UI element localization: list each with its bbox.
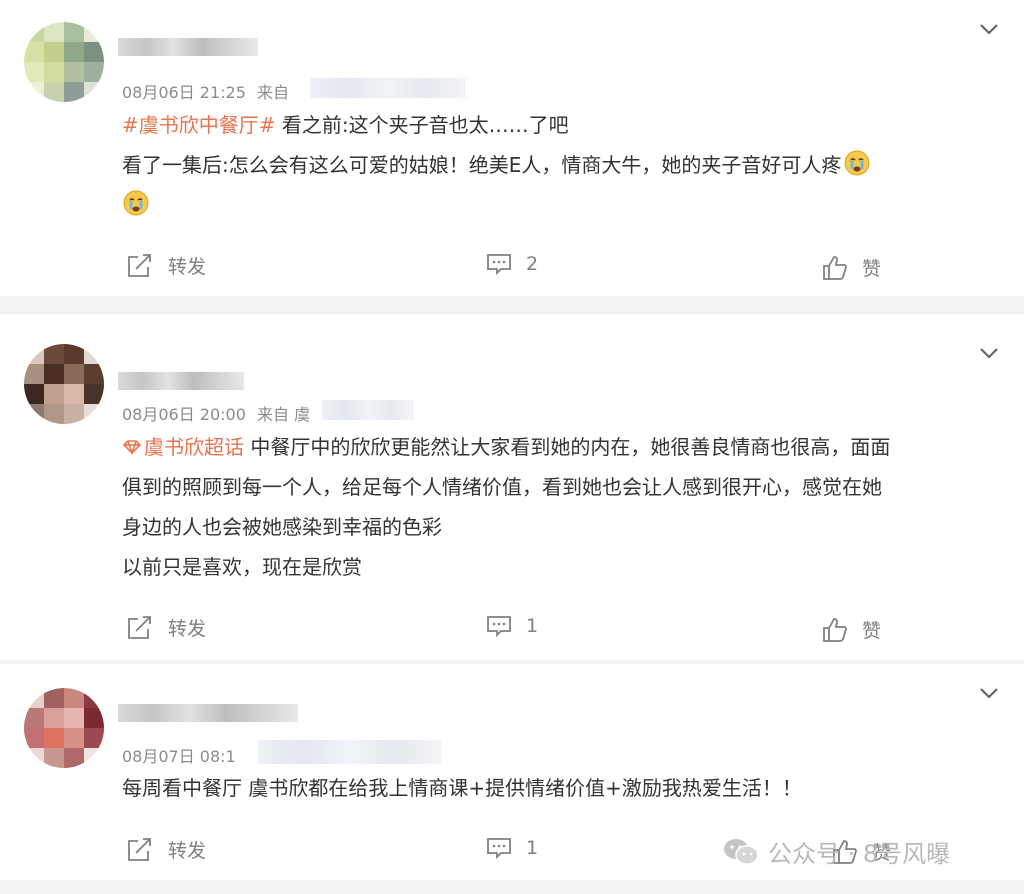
repost-icon xyxy=(128,253,151,277)
separator xyxy=(0,296,1024,314)
separator xyxy=(0,880,1024,894)
crying-face-icon xyxy=(843,149,871,177)
comment-text: 虞书欣超话 中餐厅中的欣欣更能然让大家看到她的内在，她很善良情商也很高，面面 俱… xyxy=(122,427,992,587)
comment-line: 每周看中餐厅 虞书欣都在给我上情商课+提供情绪价值+激励我热爱生活！！ xyxy=(122,776,802,800)
username-redacted[interactable] xyxy=(118,38,258,56)
source-label: 来自 虞 xyxy=(257,405,311,424)
comment-line: 俱到的照顾到每一个人，给足每个人情绪价值，看到她也会让人感到很开心，感觉在她 xyxy=(122,475,882,499)
repost-label: 转发 xyxy=(168,618,207,640)
comment-text: 每周看中餐厅 虞书欣都在给我上情商课+提供情绪价值+激励我热爱生活！！ xyxy=(122,768,992,808)
like-button[interactable]: 赞 xyxy=(822,616,881,643)
comment-text: #虞书欣中餐厅# 看之前:这个夹子音也太……了吧 看了一集后:怎么会有这么可爱的… xyxy=(122,105,992,225)
wechat-icon xyxy=(724,838,759,865)
timestamp: 08月07日 08:1 xyxy=(122,747,236,766)
thumbs-up-icon xyxy=(823,255,847,280)
timestamp: 08月06日 21:25 xyxy=(122,83,246,102)
comment-count: 1 xyxy=(526,615,539,637)
comment-button[interactable]: 1 xyxy=(486,836,538,860)
username-redacted[interactable] xyxy=(118,704,298,722)
timestamp: 08月06日 20:00 xyxy=(122,405,246,424)
comment-card-1: 08月06日 21:25 来自 #虞书欣中餐厅# 看之前:这个夹子音也太……了吧… xyxy=(0,0,1024,296)
repost-icon xyxy=(128,615,151,639)
repost-label: 转发 xyxy=(168,840,207,862)
repost-icon xyxy=(128,837,151,861)
comment-line: 中餐厅中的欣欣更能然让大家看到她的内在，她很善良情商也很高，面面 xyxy=(244,435,891,459)
comment-count: 1 xyxy=(526,837,539,859)
comment-card-2: 08月06日 20:00 来自 虞 虞书欣超话 中餐厅中的欣欣更能然让大家看到她… xyxy=(0,314,1024,660)
super-topic-link[interactable]: 虞书欣超话 xyxy=(122,435,244,459)
comment-meta: 08月06日 21:25 来自 xyxy=(122,79,289,103)
watermark: 公众号 · 8号风曝 xyxy=(722,834,950,869)
source-label: 来自 xyxy=(257,83,290,102)
like-label: 赞 xyxy=(862,620,882,642)
like-button[interactable]: 赞 xyxy=(822,254,881,281)
repost-button[interactable]: 转发 xyxy=(126,252,206,279)
thumbs-up-icon xyxy=(823,617,847,642)
comment-line: 看了一集后:怎么会有这么可爱的姑娘！绝美E人，情商大牛，她的夹子音好可人疼 xyxy=(122,153,842,177)
repost-button[interactable]: 转发 xyxy=(126,614,206,641)
source-redacted xyxy=(322,400,414,420)
comment-icon xyxy=(487,616,511,638)
like-label: 赞 xyxy=(862,258,882,280)
comment-meta: 08月06日 20:00 来自 虞 xyxy=(122,401,310,425)
chevron-down-icon[interactable] xyxy=(978,682,1000,704)
comment-icon xyxy=(487,254,511,276)
super-topic-label: 虞书欣超话 xyxy=(144,435,244,459)
comment-button[interactable]: 1 xyxy=(486,614,538,638)
comment-button[interactable]: 2 xyxy=(486,252,538,276)
username-redacted[interactable] xyxy=(118,372,244,390)
repost-label: 转发 xyxy=(168,256,207,278)
diamond-icon xyxy=(122,440,142,456)
chevron-down-icon[interactable] xyxy=(978,342,1000,364)
source-redacted xyxy=(310,78,466,98)
avatar[interactable] xyxy=(24,344,104,424)
repost-button[interactable]: 转发 xyxy=(126,836,206,863)
comment-line: 以前只是喜欢，现在是欣赏 xyxy=(122,555,362,579)
avatar[interactable] xyxy=(24,22,104,102)
comment-line: 身边的人也会被她感染到幸福的色彩 xyxy=(122,515,442,539)
crying-face-icon xyxy=(122,189,150,217)
watermark-text: 公众号 · 8号风曝 xyxy=(768,840,951,868)
avatar[interactable] xyxy=(24,688,104,768)
chevron-down-icon[interactable] xyxy=(978,18,1000,40)
source-redacted xyxy=(258,740,442,764)
comment-line: 看之前:这个夹子音也太……了吧 xyxy=(275,113,569,137)
comment-meta: 08月07日 08:1 xyxy=(122,743,236,767)
topic-tag-link[interactable]: #虞书欣中餐厅# xyxy=(122,113,276,137)
comment-count: 2 xyxy=(526,253,539,275)
comment-icon xyxy=(487,838,511,860)
